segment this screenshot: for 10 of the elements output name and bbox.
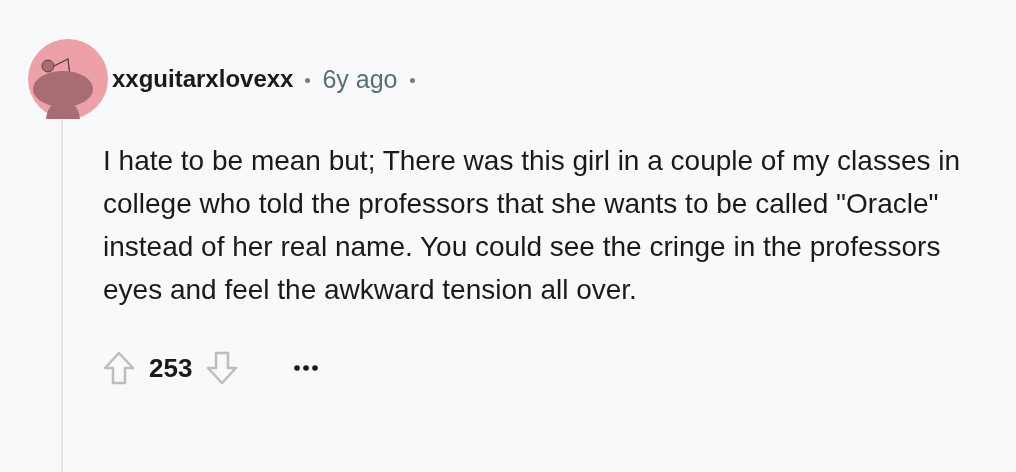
comment-text: I hate to be mean but; There was this girl in a couple of my classes in college who told the professors that she wants to be called "Oracle" instead of her real name. You could see the cringe in the professors eyes and feel the awkward tension all over. bbox=[103, 144, 962, 307]
avatar-icon bbox=[28, 39, 108, 119]
separator-dot bbox=[305, 77, 311, 83]
downvote-icon[interactable] bbox=[206, 351, 239, 385]
vote-count: 253 bbox=[149, 352, 193, 384]
username[interactable]: xxguitarxlovexx bbox=[112, 65, 294, 93]
separator-dot bbox=[409, 77, 415, 83]
timestamp: 6y ago bbox=[322, 64, 398, 94]
upvote-icon[interactable] bbox=[103, 351, 135, 385]
more-icon[interactable] bbox=[294, 365, 319, 371]
